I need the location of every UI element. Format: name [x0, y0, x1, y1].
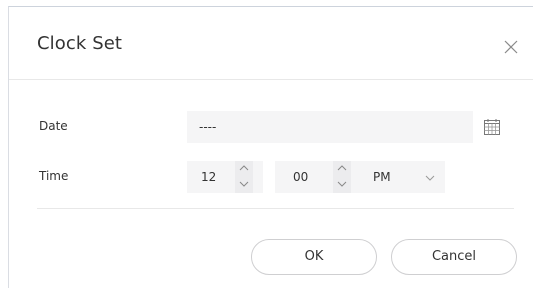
hour-value: 12 — [201, 170, 217, 184]
hour-increment-button[interactable] — [235, 161, 253, 177]
ok-button[interactable]: OK — [251, 239, 377, 275]
minute-value: 00 — [293, 170, 309, 184]
time-label: Time — [39, 169, 69, 183]
cancel-button[interactable]: Cancel — [391, 239, 517, 275]
footer-divider — [37, 208, 514, 209]
date-input[interactable]: ---- — [187, 111, 473, 143]
chevron-up-icon — [239, 165, 249, 171]
minute-decrement-button[interactable] — [333, 177, 351, 193]
hour-stepper[interactable]: 12 — [187, 161, 263, 193]
hour-decrement-button[interactable] — [235, 177, 253, 193]
dialog-title: Clock Set — [37, 33, 123, 54]
date-label: Date — [39, 119, 68, 133]
clock-set-dialog: Clock Set Date ---- Time 12 00 PM OK Can… — [8, 6, 533, 288]
chevron-up-icon — [337, 165, 347, 171]
chevron-down-icon — [239, 181, 249, 187]
chevron-down-icon — [425, 175, 435, 181]
chevron-down-icon — [337, 181, 347, 187]
minute-increment-button[interactable] — [333, 161, 351, 177]
period-select[interactable]: PM — [363, 161, 445, 193]
period-value: PM — [373, 170, 391, 184]
header-divider — [9, 79, 533, 80]
calendar-icon[interactable] — [483, 118, 501, 136]
minute-stepper[interactable]: 00 — [275, 161, 363, 193]
close-icon[interactable] — [504, 39, 518, 54]
